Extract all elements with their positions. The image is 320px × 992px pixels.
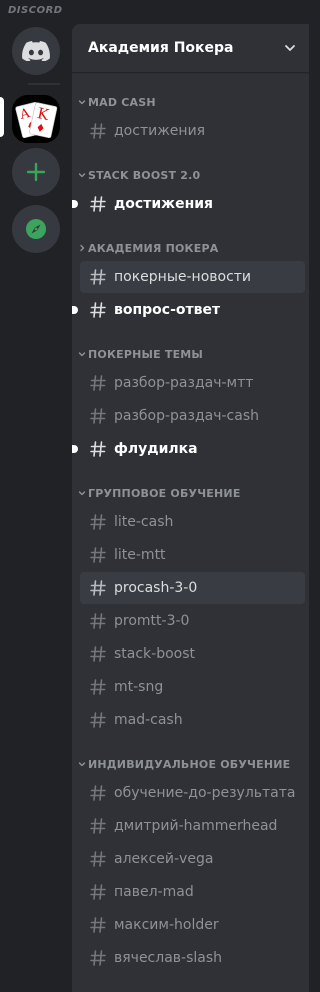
hashtag-icon <box>90 679 106 695</box>
category-header[interactable]: ПОКЕРНЫЕ ТЕМЫ <box>72 342 309 366</box>
channel-item[interactable]: флудилка <box>72 433 305 465</box>
channel-name: procash-3-0 <box>114 580 198 596</box>
channel-item[interactable]: procash-3-0 <box>80 572 305 604</box>
caret-down-icon <box>78 762 86 767</box>
channel-item[interactable]: алексей-vega <box>80 843 305 875</box>
hashtag-icon <box>90 196 106 212</box>
channel-item[interactable]: promtt-3-0 <box>80 605 305 637</box>
hashtag-icon <box>90 646 106 662</box>
home-button[interactable] <box>12 27 60 75</box>
channel-name: алексей-vega <box>114 851 214 867</box>
channel-name: lite-mtt <box>114 547 166 563</box>
channel-item[interactable]: mad-cash <box>80 704 305 736</box>
hashtag-icon <box>90 785 106 801</box>
channel-name: promtt-3-0 <box>114 613 190 629</box>
guild-name: Академия Покера <box>88 40 234 56</box>
category-label: ПОКЕРНЫЕ ТЕМЫ <box>88 347 204 361</box>
selected-server-indicator <box>0 97 4 137</box>
channel-list: MAD CASH достижения STACK BOOST 2.0 достиже… <box>72 72 309 974</box>
channel-name: mad-cash <box>114 712 183 728</box>
channel-item[interactable]: дмитрий-hammerhead <box>80 810 305 842</box>
hashtag-icon <box>90 917 106 933</box>
channel-item[interactable]: lite-cash <box>80 506 305 538</box>
channel-name: вячеслав-slash <box>114 950 223 966</box>
hashtag-icon <box>90 884 106 900</box>
unread-indicator <box>72 200 78 208</box>
hashtag-icon <box>90 375 106 391</box>
caret-right-icon <box>80 244 85 252</box>
category-label: ГРУППОВОЕ ОБУЧЕНИЕ <box>88 486 241 500</box>
guild-header[interactable]: Академия Покера <box>72 24 309 72</box>
category-header[interactable]: АКАДЕМИЯ ПОКЕРА <box>72 236 309 260</box>
channel-name: lite-cash <box>114 514 174 530</box>
hashtag-icon <box>90 514 106 530</box>
channel-name: покерные-новости <box>114 269 252 285</box>
category-label: MAD CASH <box>88 95 156 109</box>
channel-name: обучение-до-результата <box>114 785 296 801</box>
channel-name: разбор-раздач-cash <box>114 408 259 424</box>
hashtag-icon <box>90 818 106 834</box>
caret-down-icon <box>78 173 86 178</box>
hashtag-icon <box>90 269 106 285</box>
explore-servers-button[interactable] <box>12 205 60 253</box>
channel-name: дмитрий-hammerhead <box>114 818 278 834</box>
channel-item[interactable]: достижения <box>80 115 305 147</box>
playing-cards-icon: A K <box>12 95 60 143</box>
hashtag-icon <box>90 851 106 867</box>
unread-indicator <box>72 445 78 453</box>
category-header[interactable]: ГРУППОВОЕ ОБУЧЕНИЕ <box>72 481 309 505</box>
server-icon-academy[interactable]: A K <box>12 95 60 143</box>
rail-separator <box>28 83 60 85</box>
channel-name: разбор-раздач-мтт <box>114 375 254 391</box>
hashtag-icon <box>90 408 106 424</box>
category-label: STACK BOOST 2.0 <box>88 168 201 182</box>
chevron-down-icon <box>285 45 295 51</box>
hashtag-icon <box>90 302 106 318</box>
channel-item[interactable]: stack-boost <box>80 638 305 670</box>
channel-name: достижения <box>114 123 206 139</box>
category-header[interactable]: ИНДИВИДУАЛЬНОЕ ОБУЧЕНИЕ <box>72 752 309 776</box>
category-header[interactable]: STACK BOOST 2.0 <box>72 163 309 187</box>
compass-icon <box>26 219 46 239</box>
plus-icon <box>26 162 46 182</box>
discord-wordmark: DISCORD <box>8 5 63 16</box>
category-label: ИНДИВИДУАЛЬНОЕ ОБУЧЕНИЕ <box>88 757 291 771</box>
caret-down-icon <box>78 352 86 357</box>
unread-indicator <box>72 306 78 314</box>
hashtag-icon <box>90 712 106 728</box>
channel-name: вопрос-ответ <box>114 302 221 318</box>
channel-item[interactable]: mt-sng <box>80 671 305 703</box>
category-header[interactable]: MAD CASH <box>72 90 309 114</box>
hashtag-icon <box>90 547 106 563</box>
channel-item[interactable]: достижения <box>72 188 305 220</box>
hashtag-icon <box>90 950 106 966</box>
channel-item[interactable]: обучение-до-результата <box>80 777 305 809</box>
channel-item[interactable]: разбор-раздач-мтт <box>80 367 305 399</box>
hashtag-icon <box>90 613 106 629</box>
hashtag-icon <box>90 123 106 139</box>
caret-down-icon <box>78 100 86 105</box>
channel-name: павел-mad <box>114 884 194 900</box>
channel-name: максим-holder <box>114 917 219 933</box>
channel-item[interactable]: павел-mad <box>80 876 305 908</box>
channel-panel: Академия Покера MAD CASH достижения STACK … <box>72 24 309 992</box>
channel-item[interactable]: покерные-новости <box>80 261 305 293</box>
channel-item[interactable]: lite-mtt <box>80 539 305 571</box>
channel-name: флудилка <box>114 441 198 457</box>
channel-name: достижения <box>114 196 214 212</box>
channel-item[interactable]: разбор-раздач-cash <box>80 400 305 432</box>
channel-item[interactable]: вопрос-ответ <box>72 294 305 326</box>
caret-down-icon <box>78 491 86 496</box>
channel-item[interactable]: максим-holder <box>80 909 305 941</box>
hashtag-icon <box>90 580 106 596</box>
channel-item[interactable]: вячеслав-slash <box>80 942 305 974</box>
channel-name: stack-boost <box>114 646 196 662</box>
hashtag-icon <box>90 441 106 457</box>
channel-name: mt-sng <box>114 679 164 695</box>
discord-logo-icon <box>22 41 50 61</box>
server-rail: DISCORD A K <box>0 0 72 992</box>
add-server-button[interactable] <box>12 148 60 196</box>
category-label: АКАДЕМИЯ ПОКЕРА <box>88 241 219 255</box>
